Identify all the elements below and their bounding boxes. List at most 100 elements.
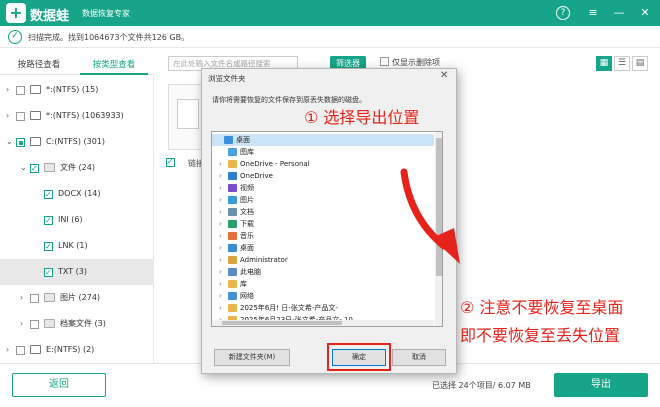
- folder-item[interactable]: › 2025年6月! 日-张文希-产品文-: [212, 302, 434, 314]
- chevron-right-icon[interactable]: ›: [219, 182, 222, 194]
- minimize-icon[interactable]: —: [610, 4, 628, 22]
- only-deleted-label: 仅显示删除项: [392, 58, 440, 67]
- tree-checkbox[interactable]: [30, 320, 39, 329]
- export-button[interactable]: 导出: [554, 373, 648, 397]
- folder-item-label: 文档: [240, 208, 254, 216]
- tree-item-label: C:(NTFS) (301): [46, 137, 105, 146]
- new-folder-button[interactable]: 新建文件夹(M): [214, 349, 290, 366]
- scrollbar-thumb[interactable]: [222, 321, 342, 325]
- chevron-right-icon[interactable]: ›: [6, 77, 9, 103]
- file-checkbox[interactable]: [166, 157, 175, 167]
- folder-item[interactable]: 图库: [212, 146, 434, 158]
- tree-checkbox[interactable]: [44, 182, 53, 208]
- dialog-close-icon[interactable]: ✕: [440, 70, 448, 81]
- folder-item[interactable]: › 网络: [212, 290, 434, 302]
- tree-checkbox[interactable]: [16, 86, 25, 95]
- folder-icon: [224, 136, 233, 144]
- chevron-right-icon[interactable]: ›: [219, 242, 222, 254]
- folder-icon: [228, 232, 237, 240]
- chevron-right-icon[interactable]: ›: [219, 218, 222, 230]
- tree-item[interactable]: INI (6): [0, 207, 154, 234]
- tree-item[interactable]: ⌄ C:(NTFS) (301): [0, 129, 154, 155]
- chevron-right-icon[interactable]: ›: [219, 290, 222, 302]
- folder-item-label: 视频: [240, 184, 254, 192]
- chevron-right-icon[interactable]: ›: [219, 170, 222, 182]
- document-icon: [177, 99, 199, 129]
- tab-by-path[interactable]: 按路径查看: [6, 55, 72, 75]
- tree-item-label: *:(NTFS) (15): [46, 85, 99, 94]
- chevron-right-icon[interactable]: ›: [219, 194, 222, 206]
- folder-icon: [228, 304, 237, 312]
- folder-item-label: 库: [240, 280, 247, 288]
- tree-item-label: DOCX (14): [58, 189, 101, 198]
- tree-item-label: E:(NTFS) (2): [46, 345, 95, 354]
- tree-checkbox[interactable]: [30, 156, 39, 182]
- tree-checkbox[interactable]: [44, 260, 53, 286]
- archive-icon: [44, 319, 55, 328]
- ok-button[interactable]: 确定: [332, 349, 386, 366]
- tree-item-label: TXT (3): [58, 267, 87, 276]
- folder-item-label: 桌面: [240, 244, 254, 252]
- chevron-right-icon[interactable]: ›: [219, 158, 222, 170]
- chevron-down-icon[interactable]: ⌄: [6, 129, 13, 155]
- tree-item[interactable]: › E:(NTFS) (2): [0, 337, 154, 363]
- tree-checkbox[interactable]: [16, 138, 25, 147]
- tree-item[interactable]: › 图片 (274): [0, 285, 154, 311]
- drive-icon: [30, 85, 41, 94]
- tree-item[interactable]: LNK (1): [0, 233, 154, 260]
- folder-icon: [228, 148, 237, 156]
- tree-checkbox[interactable]: [16, 346, 25, 355]
- dialog-title: 浏览文件夹: [208, 74, 246, 83]
- tree-checkbox[interactable]: [16, 112, 25, 121]
- folder-icon: [228, 244, 237, 252]
- folder-item[interactable]: 桌面: [212, 134, 434, 146]
- folder-item[interactable]: › 库: [212, 278, 434, 290]
- chevron-right-icon[interactable]: ›: [219, 302, 222, 314]
- folder-icon: [228, 220, 237, 228]
- tree-item-label: INI (6): [58, 215, 83, 224]
- file-icon: [44, 163, 55, 172]
- chevron-right-icon[interactable]: ›: [20, 311, 23, 337]
- only-deleted-toggle[interactable]: 仅显示删除项: [380, 57, 440, 68]
- chevron-right-icon[interactable]: ›: [219, 266, 222, 278]
- chevron-right-icon[interactable]: ›: [219, 278, 222, 290]
- tree-item[interactable]: DOCX (14): [0, 181, 154, 208]
- only-deleted-checkbox[interactable]: [380, 57, 389, 66]
- help-icon[interactable]: ?: [556, 6, 570, 20]
- list-view-icon[interactable]: ☰: [614, 56, 630, 71]
- chevron-down-icon[interactable]: ⌄: [20, 155, 27, 181]
- tree-item[interactable]: TXT (3): [0, 259, 154, 286]
- menu-icon[interactable]: ≡: [584, 4, 602, 22]
- chevron-right-icon[interactable]: ›: [219, 206, 222, 218]
- drive-icon: [30, 345, 41, 354]
- tree-checkbox[interactable]: [44, 234, 53, 260]
- scan-status-bar: ✓ 扫描完成。找到1064673个文件共126 GB。: [0, 26, 660, 48]
- chevron-right-icon[interactable]: ›: [219, 254, 222, 266]
- app-logo: +: [6, 3, 26, 23]
- tree-checkbox[interactable]: [30, 294, 39, 303]
- app-subtitle: 数据恢复专家: [82, 9, 130, 18]
- tree-item[interactable]: ⌄ 文件 (24): [0, 155, 154, 182]
- tree-item-label: 档案文件 (3): [60, 319, 106, 328]
- view-tabs: 按路径查看 按类型查看: [0, 55, 154, 75]
- image-icon: [44, 293, 55, 302]
- folder-item-label: OneDrive: [240, 172, 273, 180]
- horizontal-scrollbar[interactable]: [212, 320, 434, 326]
- close-icon[interactable]: ✕: [636, 4, 654, 22]
- tree-item[interactable]: › *:(NTFS) (15): [0, 77, 154, 103]
- tree-item[interactable]: › *:(NTFS) (1063933): [0, 103, 154, 129]
- tree-checkbox[interactable]: [44, 208, 53, 234]
- chevron-right-icon[interactable]: ›: [6, 337, 9, 363]
- chevron-right-icon[interactable]: ›: [219, 230, 222, 242]
- grid-view-icon[interactable]: ▦: [596, 56, 612, 71]
- back-button[interactable]: 返回: [12, 373, 106, 397]
- tab-by-type[interactable]: 按类型查看: [80, 55, 148, 75]
- tree-item[interactable]: › 档案文件 (3): [0, 311, 154, 337]
- folder-icon: [228, 292, 237, 300]
- chevron-right-icon[interactable]: ›: [20, 285, 23, 311]
- chevron-right-icon[interactable]: ›: [6, 103, 9, 129]
- detail-view-icon[interactable]: ▤: [632, 56, 648, 71]
- folder-item-label: 网络: [240, 292, 254, 300]
- app-name: 数据蛙: [30, 9, 70, 24]
- cancel-button[interactable]: 取消: [392, 349, 446, 366]
